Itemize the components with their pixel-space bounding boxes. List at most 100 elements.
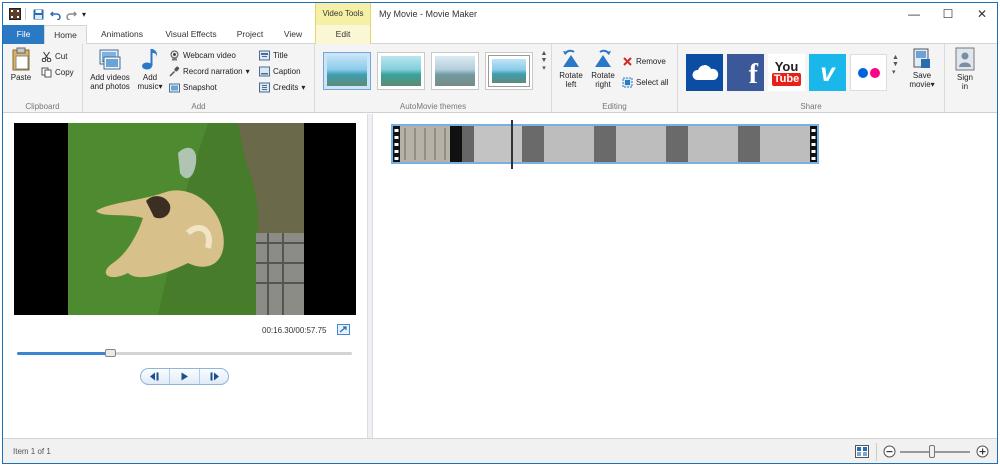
rotate-left-button[interactable]: Rotate left [557,47,585,89]
rotate-right-label-line2: right [595,80,611,89]
playback-timecode: 00:16.30/00:57.75 [262,326,327,335]
themes-scroll-up-icon[interactable]: ▲ [541,50,548,57]
sign-in-icon [955,47,975,71]
add-music-button[interactable]: Add music▾ [135,47,165,91]
themes-more-icon[interactable]: ▾ [542,64,546,72]
share-scroll-up-icon[interactable]: ▲ [892,54,899,61]
credits-dropdown-icon: ▾ [301,82,306,92]
flickr-icon[interactable] [850,54,887,91]
zoom-slider-thumb[interactable] [928,445,935,458]
theme-tile[interactable] [431,52,479,90]
redo-icon[interactable] [66,8,77,20]
video-clip[interactable] [391,124,819,164]
maximize-button[interactable]: ☐ [931,3,965,25]
add-videos-label-line2: and photos [90,82,130,91]
play-button[interactable] [169,369,200,384]
credits-label: Credits [273,82,299,92]
ribbon-tabs: File Home Animations Visual Effects Proj… [3,25,997,45]
title-button[interactable]: Title [259,48,288,62]
rotate-left-label-line2: left [565,80,577,89]
zoom-slider[interactable] [900,451,970,453]
next-frame-icon [210,372,219,381]
snapshot-button[interactable]: Snapshot [169,80,217,94]
qat-divider [25,8,26,20]
theme-tile[interactable] [377,52,425,90]
share-group: f You Tube v ▲ ▼ ▾ Save movie▾ Share [678,44,945,113]
cut-button[interactable]: Cut [41,49,67,63]
film-photo-icon [98,47,122,71]
copy-button[interactable]: Copy [41,65,74,79]
zoom-in-icon[interactable] [976,445,989,460]
video-preview[interactable] [14,123,356,315]
seek-bar-thumb[interactable] [105,349,117,357]
vimeo-icon[interactable]: v [809,54,846,91]
remove-button[interactable]: Remove [622,54,666,68]
tab-view[interactable]: View [275,25,311,44]
rotate-right-icon [592,47,614,69]
seek-bar[interactable] [17,352,352,355]
theme-tile[interactable] [323,52,371,90]
rotate-right-button[interactable]: Rotate right [588,47,618,89]
onedrive-icon[interactable] [686,54,723,91]
tab-visual-effects[interactable]: Visual Effects [155,25,227,44]
share-scroll: ▲ ▼ ▾ [892,54,899,76]
tab-animations[interactable]: Animations [93,25,151,44]
add-group-label: Add [191,102,206,111]
save-icon[interactable] [33,8,44,20]
title-label: Title [273,50,288,60]
caption-icon [259,66,270,77]
tab-home[interactable]: Home [44,25,87,45]
webcam-icon [169,50,180,61]
webcam-video-label: Webcam video [183,50,236,60]
webcam-video-button[interactable]: Webcam video [169,48,236,62]
fullscreen-icon[interactable] [337,324,350,335]
sign-in-button[interactable]: Sign in [951,47,979,91]
add-videos-photos-button[interactable]: Add videos and photos [87,47,133,91]
playback-controls [140,368,229,385]
clipboard-group: Paste Cut Copy Clipboard [3,44,83,113]
record-narration-button[interactable]: Record narration ▾ [169,64,250,78]
paste-icon [11,47,31,71]
caption-button[interactable]: Caption [259,64,301,78]
zoom-out-icon[interactable] [883,445,896,460]
playhead[interactable] [511,120,513,169]
caption-label: Caption [273,66,301,76]
status-item-count: Item 1 of 1 [13,447,51,456]
seek-bar-progress [17,352,111,355]
minimize-button[interactable]: — [897,3,931,25]
themes-scroll-down-icon[interactable]: ▼ [541,57,548,64]
thumbnail-size-icon[interactable] [855,445,869,460]
next-frame-button[interactable] [200,369,228,384]
microphone-icon [169,66,180,77]
sign-in-group: Sign in [945,44,997,113]
theme-tile[interactable] [485,52,533,90]
themes-scroll: ▲ ▼ ▾ [539,50,549,94]
facebook-icon[interactable]: f [727,54,764,91]
close-button[interactable]: ✕ [965,3,997,25]
previous-frame-button[interactable] [141,369,169,384]
youtube-icon[interactable]: You Tube [768,54,805,91]
share-scroll-down-icon[interactable]: ▼ [892,61,899,68]
add-videos-label-line1: Add videos [90,73,130,82]
save-movie-icon [912,47,932,69]
save-movie-label-line1: Save [912,71,932,80]
paste-button[interactable]: Paste [7,47,35,82]
qat-customize-icon[interactable]: ▾ [82,8,86,20]
rotate-left-icon [560,47,582,69]
editing-group: Rotate left Rotate right Remove Select a… [552,44,678,113]
copy-label: Copy [55,67,74,77]
scissors-icon [41,51,52,62]
tab-project[interactable]: Project [229,25,271,44]
undo-icon[interactable] [50,8,61,20]
status-bar: Item 1 of 1 [3,438,997,463]
save-movie-button[interactable]: Save movie▾ [906,47,938,89]
credits-button[interactable]: Credits ▾ [259,80,305,94]
select-all-button[interactable]: Select all [622,75,668,89]
title-icon [259,50,270,61]
cut-label: Cut [55,51,68,61]
tab-file[interactable]: File [3,25,44,44]
storyboard-pane [373,114,997,438]
share-more-icon[interactable]: ▾ [892,68,899,76]
tab-edit[interactable]: Edit [315,25,371,44]
rotate-left-label-line1: Rotate [559,71,583,80]
